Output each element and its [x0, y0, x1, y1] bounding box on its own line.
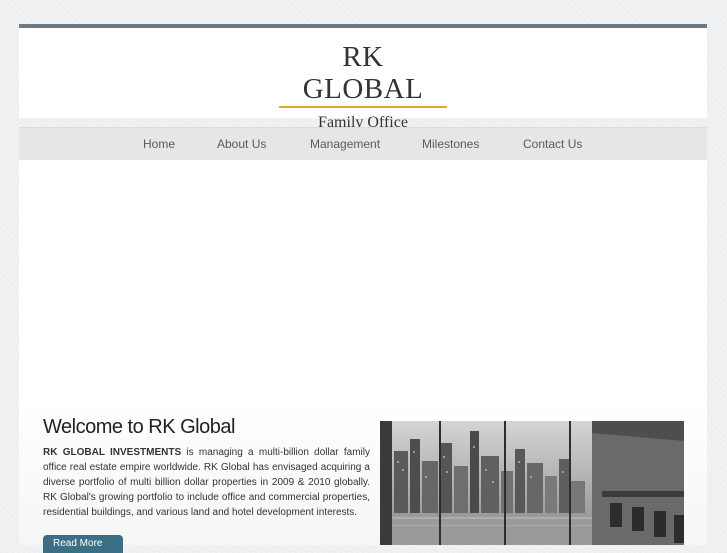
main-nav: Home About Us Management Milestones Cont…	[19, 127, 707, 161]
logo-rule	[279, 106, 447, 108]
intro-paragraph: RK GLOBAL INVESTMENTS is managing a mult…	[43, 445, 370, 520]
nav-item-contact-us[interactable]: Contact Us	[523, 137, 582, 151]
site-header: RK GLOBAL Family Office	[19, 28, 707, 131]
nav-item-management[interactable]: Management	[310, 137, 380, 151]
main-content: Welcome to RK Global RK GLOBAL INVESTMEN…	[19, 400, 707, 553]
nav-item-about-us[interactable]: About Us	[217, 137, 266, 151]
logo-title: RK GLOBAL	[302, 41, 424, 105]
city-skyline-photo	[380, 421, 684, 545]
intro-company-name: RK GLOBAL INVESTMENTS	[43, 447, 182, 458]
hero-banner	[19, 160, 707, 400]
nav-item-home[interactable]: Home	[143, 137, 175, 151]
nav-item-milestones[interactable]: Milestones	[422, 137, 479, 151]
read-more-button[interactable]: Read More	[43, 535, 123, 553]
logo[interactable]: RK GLOBAL Family Office	[279, 41, 447, 132]
welcome-heading: Welcome to RK Global	[43, 416, 235, 438]
